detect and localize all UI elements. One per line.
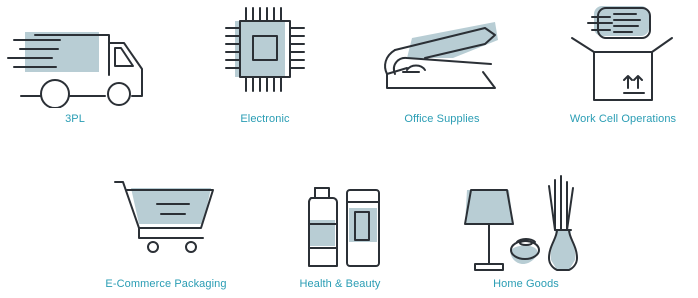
- industry-tile-3pl[interactable]: 3PL: [0, 0, 150, 130]
- industry-tile-home-goods[interactable]: Home Goods: [451, 168, 601, 298]
- open-box-icon: [548, 0, 698, 108]
- industry-label: E-Commerce Packaging: [105, 278, 227, 290]
- lamp-and-vases-icon: [451, 168, 601, 276]
- cosmetic-bottles-icon: [265, 168, 415, 276]
- industry-tile-office-supplies[interactable]: Office Supplies: [367, 0, 517, 130]
- industry-label: Health & Beauty: [299, 278, 381, 290]
- industry-label: Work Cell Operations: [569, 113, 677, 125]
- industry-label: Electronic: [240, 113, 290, 125]
- microchip-icon: [190, 0, 340, 108]
- industry-tile-electronic[interactable]: Electronic: [190, 0, 340, 130]
- stapler-icon: [367, 0, 517, 108]
- industry-tile-work-cell-operations[interactable]: Work Cell Operations: [548, 0, 698, 130]
- shopping-cart-icon: [91, 168, 241, 276]
- industry-label: 3PL: [65, 113, 85, 125]
- delivery-truck-icon: [0, 0, 150, 108]
- industry-tile-e-commerce-packaging[interactable]: E-Commerce Packaging: [91, 168, 241, 298]
- industry-tile-health-beauty[interactable]: Health & Beauty: [265, 168, 415, 298]
- industry-label: Home Goods: [493, 278, 559, 290]
- industry-label: Office Supplies: [404, 113, 480, 125]
